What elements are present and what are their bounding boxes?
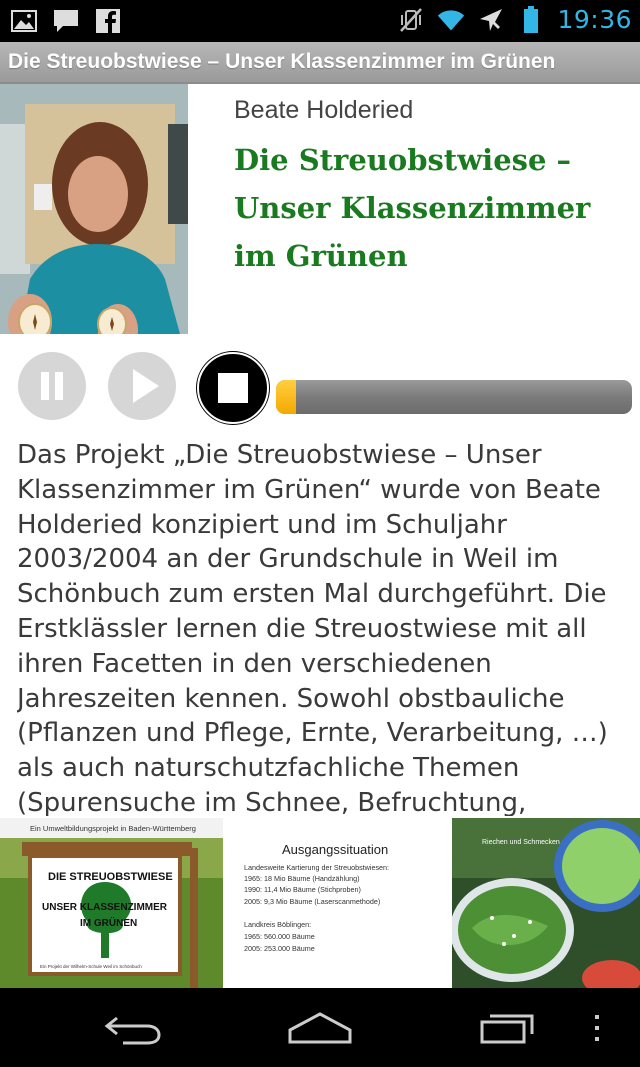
slide-line-6: Landkreis Böblingen:	[244, 920, 311, 929]
sign-caption: Ein Umweltbildungsprojekt in Baden-Württ…	[30, 824, 196, 833]
episode-title: Die Streuobstwiese – Unser Klassenzimmer…	[234, 143, 591, 273]
photo-caption: Riechen und Schmecken	[482, 839, 560, 846]
pause-button[interactable]	[18, 352, 86, 420]
recent-apps-button[interactable]	[463, 1000, 553, 1056]
progress-fill	[276, 380, 296, 414]
wifi-icon	[437, 6, 465, 34]
clock: 19:36	[557, 5, 632, 34]
stop-icon	[218, 373, 248, 403]
overflow-menu-button[interactable]	[562, 1000, 632, 1056]
play-icon	[133, 369, 159, 403]
gallery-thumb-slide[interactable]: Ausgangssituation Landesweite Kartierung…	[228, 818, 448, 988]
airplane-icon	[477, 6, 505, 34]
notification-icons	[10, 7, 122, 35]
pause-icon	[41, 372, 63, 400]
stop-button[interactable]	[197, 352, 269, 424]
system-icons: 19:36	[397, 5, 632, 34]
back-button[interactable]	[88, 1000, 178, 1056]
status-bar: 19:36	[0, 0, 640, 42]
slide-line-3: 1990: 11,4 Mio Bäume (Stichproben)	[244, 885, 361, 894]
slide-line-1: Landesweite Kartierung der Streuobstwies…	[244, 863, 389, 872]
description-text: Das Projekt „Die Streuobstwiese – Unser …	[17, 440, 608, 816]
recent-apps-icon	[480, 1014, 534, 1044]
back-icon	[104, 1016, 161, 1045]
slide-line-7: 1965: 560.000 Bäume	[244, 932, 315, 941]
image-gallery[interactable]: Ein Umweltbildungsprojekt in Baden-Württ…	[0, 818, 640, 988]
slide-line-4: 2005: 9,3 Mio Bäume (Laserscanmethode)	[244, 897, 380, 906]
title-bar: Die Streuobstwiese – Unser Klassenzimmer…	[0, 42, 640, 84]
slide-line-2: 1965: 18 Mio Bäume (Handzählung)	[244, 874, 359, 883]
author-portrait	[0, 84, 188, 334]
navigation-bar	[0, 988, 640, 1067]
home-button[interactable]	[275, 1000, 365, 1056]
slide-heading: Ausgangssituation	[282, 842, 388, 857]
image-icon	[10, 7, 38, 35]
sign-line2: UNSER KLASSENZIMMER	[42, 902, 168, 913]
play-button[interactable]	[108, 352, 176, 420]
gallery-thumb-sign[interactable]: Ein Umweltbildungsprojekt in Baden-Württ…	[0, 818, 223, 988]
vibrate-off-icon	[397, 6, 425, 34]
sign-footer: Ein Projekt der Wilhelm-Schule Weil im S…	[40, 964, 142, 969]
slide-line-8: 2005: 253.000 Bäume	[244, 944, 315, 953]
sign-line1: DIE STREUOBSTWIESE	[48, 871, 173, 883]
overflow-menu-icon	[595, 1015, 599, 1041]
chat-icon	[52, 7, 80, 35]
battery-icon	[517, 5, 545, 34]
gallery-thumb-photo[interactable]: Riechen und Schmecken	[452, 818, 640, 988]
author-name: Beate Holderied	[234, 96, 414, 124]
app-title: Die Streuobstwiese – Unser Klassenzimmer…	[8, 50, 556, 73]
home-icon	[288, 1012, 352, 1044]
playback-progress-bar[interactable]	[276, 380, 632, 414]
sign-line3: IM GRÜNEN	[80, 916, 137, 929]
facebook-icon	[94, 7, 122, 35]
